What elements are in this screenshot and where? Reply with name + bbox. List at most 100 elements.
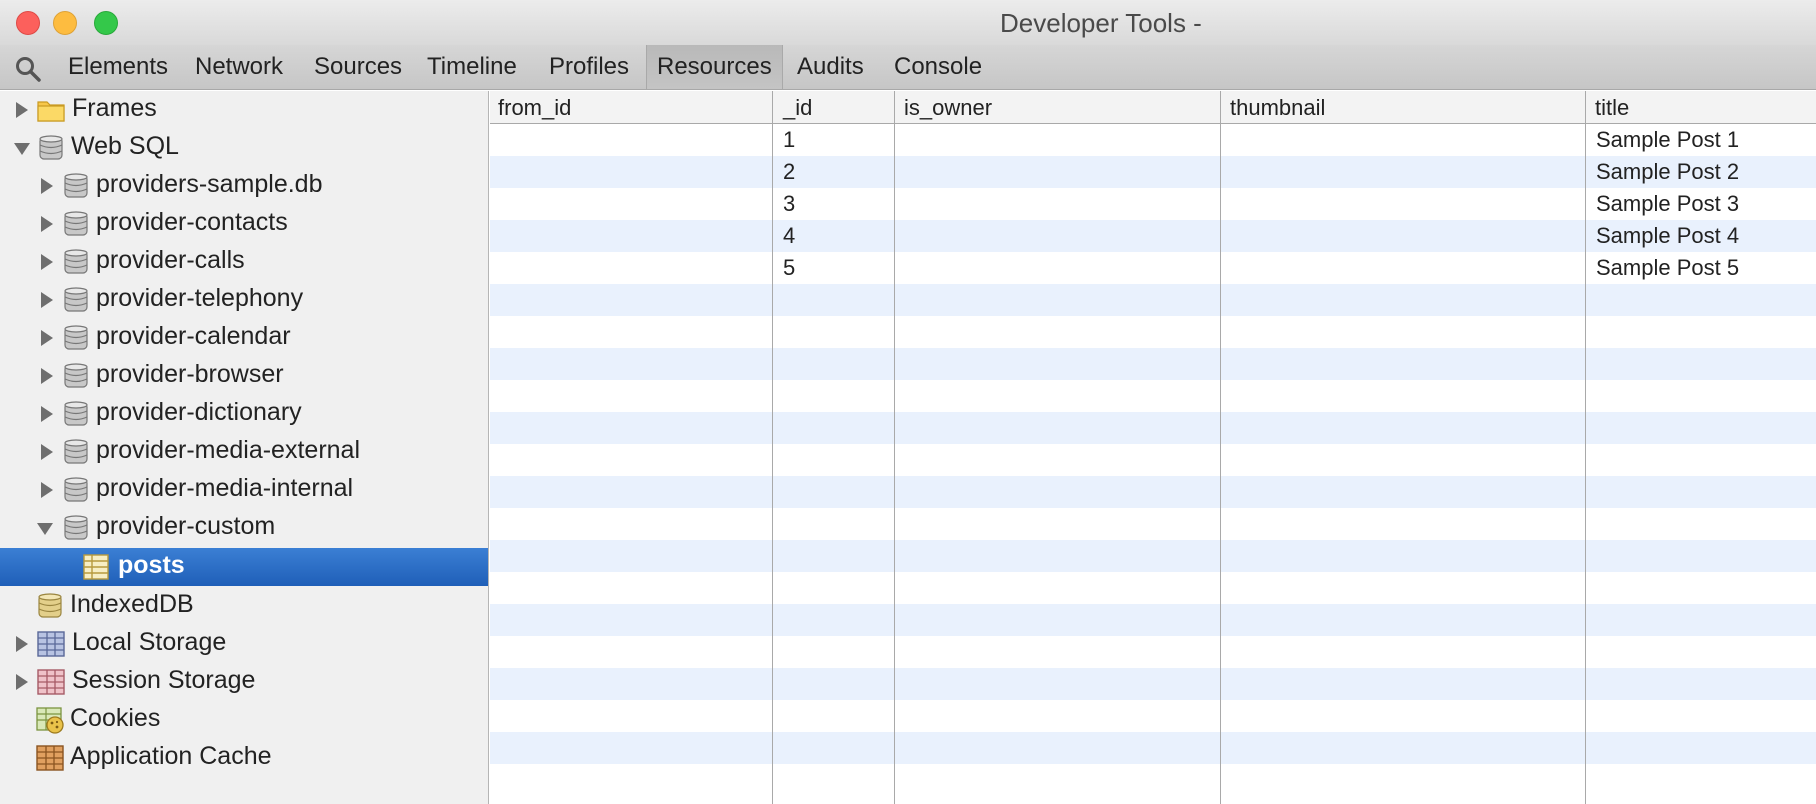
table-row[interactable]: 2 Sample Post 2 xyxy=(490,156,1816,188)
close-window-button[interactable] xyxy=(16,11,40,35)
disclosure-triangle-icon[interactable] xyxy=(41,330,53,346)
sidebar-item-provider-calendar[interactable]: provider-calendar xyxy=(0,319,488,357)
session-storage-icon xyxy=(37,669,65,695)
cell-thumbnail xyxy=(1222,252,1231,284)
cell-id: 2 xyxy=(783,159,796,184)
empty-row xyxy=(490,284,1816,316)
column-divider[interactable] xyxy=(772,91,773,804)
data-grid: 1 Sample Post 1 2 Sample Post 2 3 Sample… xyxy=(490,91,1816,804)
sidebar-item-provider-telephony[interactable]: provider-telephony xyxy=(0,281,488,319)
sidebar-item-provider-contacts[interactable]: provider-contacts xyxy=(0,205,488,243)
sidebar-item-session-storage[interactable]: Session Storage xyxy=(0,663,488,701)
cell-title: Sample Post 2 xyxy=(1596,159,1740,184)
database-icon xyxy=(64,173,88,198)
empty-row xyxy=(490,476,1816,508)
sidebar-item-label: provider-media-internal xyxy=(96,474,354,502)
disclosure-triangle-icon[interactable] xyxy=(41,292,53,308)
disclosure-triangle-icon[interactable] xyxy=(41,216,53,232)
sidebar-item-provider-media-external[interactable]: provider-media-external xyxy=(0,433,488,471)
empty-row xyxy=(490,636,1816,668)
search-icon[interactable] xyxy=(14,55,42,83)
zoom-window-button[interactable] xyxy=(94,11,118,35)
disclosure-triangle-icon[interactable] xyxy=(41,368,53,384)
sidebar-item-posts[interactable]: posts xyxy=(0,548,488,586)
disclosure-triangle-icon[interactable] xyxy=(14,143,30,155)
sidebar-item-label: provider-calendar xyxy=(96,322,291,350)
sidebar-item-label: Local Storage xyxy=(72,628,227,656)
disclosure-triangle-icon[interactable] xyxy=(41,482,53,498)
disclosure-triangle-icon[interactable] xyxy=(16,636,28,652)
sidebar-item-local-storage[interactable]: Local Storage xyxy=(0,625,488,663)
disclosure-triangle-icon[interactable] xyxy=(41,254,53,270)
tab-console[interactable]: Console xyxy=(883,45,993,89)
cell-is-owner xyxy=(896,188,905,220)
disclosure-triangle-icon[interactable] xyxy=(16,102,28,118)
folder-icon xyxy=(37,101,65,122)
sidebar-item-providers-sample-db[interactable]: providers-sample.db xyxy=(0,167,488,205)
sidebar-item-application-cache[interactable]: Application Cache xyxy=(0,739,488,777)
tab-sources[interactable]: Sources xyxy=(303,45,413,89)
database-icon xyxy=(64,515,88,540)
cell-id: 4 xyxy=(783,223,796,248)
data-grid-body: 1 Sample Post 1 2 Sample Post 2 3 Sample… xyxy=(490,124,1816,804)
sidebar-item-web-sql[interactable]: Web SQL xyxy=(0,129,488,167)
tab-audits[interactable]: Audits xyxy=(786,45,875,89)
table-row[interactable]: 5 Sample Post 5 xyxy=(490,252,1816,284)
tab-network[interactable]: Network xyxy=(184,45,294,89)
tab-resources[interactable]: Resources xyxy=(646,45,783,89)
disclosure-triangle-icon[interactable] xyxy=(41,406,53,422)
tab-elements[interactable]: Elements xyxy=(57,45,179,89)
sidebar-item-provider-dictionary[interactable]: provider-dictionary xyxy=(0,395,488,433)
table-row[interactable]: 1 Sample Post 1 xyxy=(490,124,1816,156)
cell-thumbnail xyxy=(1222,124,1231,156)
tab-profiles[interactable]: Profiles xyxy=(538,45,640,89)
sidebar-item-label: providers-sample.db xyxy=(96,170,323,198)
sidebar-item-provider-calls[interactable]: provider-calls xyxy=(0,243,488,281)
sidebar-item-label: provider-browser xyxy=(96,360,284,388)
sidebar-item-provider-media-internal[interactable]: provider-media-internal xyxy=(0,471,488,509)
cell-from-id xyxy=(490,252,499,284)
sidebar-item-provider-browser[interactable]: provider-browser xyxy=(0,357,488,395)
cell-is-owner xyxy=(896,124,905,156)
sidebar-item-cookies[interactable]: Cookies xyxy=(0,701,488,739)
column-header-thumbnail[interactable]: thumbnail xyxy=(1226,91,1325,124)
cell-title: Sample Post 1 xyxy=(1596,127,1740,152)
cell-thumbnail xyxy=(1222,188,1231,220)
table-row[interactable]: 3 Sample Post 3 xyxy=(490,188,1816,220)
column-header-is-owner[interactable]: is_owner xyxy=(900,91,992,124)
column-header-id[interactable]: _id xyxy=(779,91,812,124)
column-header-title[interactable]: title xyxy=(1591,91,1629,124)
sidebar-item-indexeddb[interactable]: IndexedDB xyxy=(0,587,488,625)
empty-row xyxy=(490,732,1816,764)
application-cache-icon xyxy=(36,745,64,771)
disclosure-triangle-icon[interactable] xyxy=(41,178,53,194)
column-divider[interactable] xyxy=(894,91,895,804)
cell-from-id xyxy=(490,188,499,220)
cell-title: Sample Post 3 xyxy=(1596,191,1740,216)
sidebar-item-label: Cookies xyxy=(70,704,161,732)
disclosure-triangle-icon[interactable] xyxy=(41,444,53,460)
sidebar-item-label: provider-telephony xyxy=(96,284,304,312)
column-divider[interactable] xyxy=(1220,91,1221,804)
cookies-icon xyxy=(36,707,64,734)
disclosure-triangle-icon[interactable] xyxy=(16,674,28,690)
data-grid-header: from_id _id is_owner thumbnail title xyxy=(490,91,1816,124)
tab-timeline[interactable]: Timeline xyxy=(416,45,528,89)
sidebar-item-frames[interactable]: Frames xyxy=(0,91,488,129)
column-divider[interactable] xyxy=(1585,91,1586,804)
sidebar-item-provider-custom[interactable]: provider-custom xyxy=(0,509,488,547)
minimize-window-button[interactable] xyxy=(53,11,77,35)
column-header-from-id[interactable]: from_id xyxy=(494,91,571,124)
cell-id: 3 xyxy=(783,191,796,216)
table-row[interactable]: 4 Sample Post 4 xyxy=(490,220,1816,252)
empty-row xyxy=(490,764,1816,796)
empty-row xyxy=(490,348,1816,380)
cell-is-owner xyxy=(896,252,905,284)
disclosure-triangle-icon[interactable] xyxy=(37,523,53,535)
empty-row xyxy=(490,604,1816,636)
empty-row xyxy=(490,412,1816,444)
cell-from-id xyxy=(490,156,499,188)
panel-toolbar: Elements Network Sources Timeline Profil… xyxy=(0,45,1816,90)
sidebar-item-label: provider-media-external xyxy=(96,436,361,464)
database-icon xyxy=(64,477,88,502)
